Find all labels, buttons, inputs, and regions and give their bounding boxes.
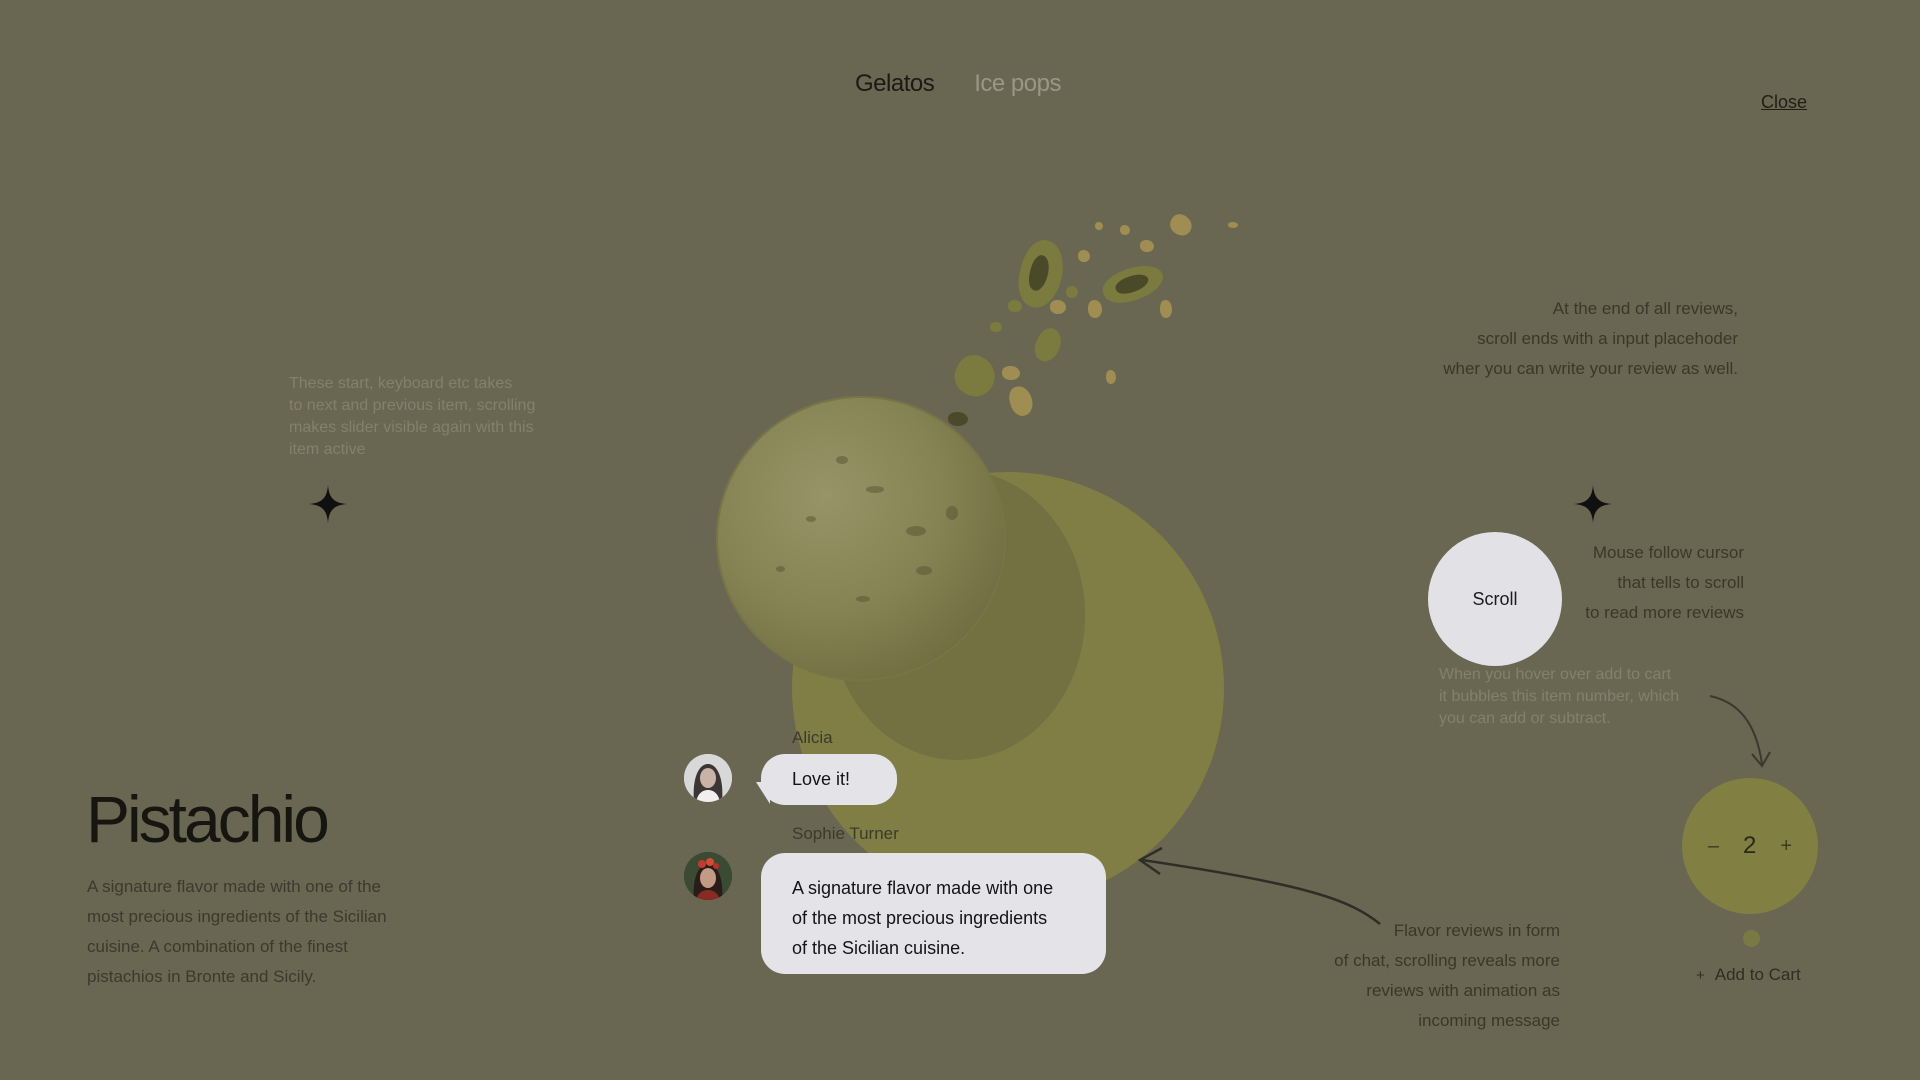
reviewer-name: Sophie Turner bbox=[792, 824, 899, 843]
mouse-note: Mouse follow cursor that tells to scroll… bbox=[1540, 538, 1744, 628]
woman-flowers-avatar-icon bbox=[684, 852, 732, 900]
chat-message-line: of the most precious ingredients bbox=[792, 908, 1048, 928]
slider-note: These start, keyboard etc takes to next … bbox=[289, 373, 535, 461]
reviews-note: Flavor reviews in form of chat, scrollin… bbox=[1280, 916, 1560, 1036]
reviewer-name: Alicia bbox=[792, 728, 833, 747]
chat-message-line: of the Sicilian cuisine. bbox=[792, 938, 966, 958]
product-description: A signature flavor made with one of the … bbox=[87, 872, 427, 992]
tab-gelatos[interactable]: Gelatos bbox=[855, 70, 935, 98]
note-line: These start, keyboard etc takes bbox=[289, 375, 513, 392]
quantity-stepper: – 2 + bbox=[1682, 778, 1818, 914]
product-title: Pistachio bbox=[86, 782, 330, 856]
arrow-icon bbox=[1709, 695, 1771, 768]
sparkle-icon bbox=[1574, 485, 1612, 523]
note-line: that tells to scroll bbox=[1617, 573, 1744, 592]
add-to-cart-button[interactable]: + Add to Cart bbox=[1696, 965, 1801, 985]
note-line: reviews with animation as bbox=[1366, 981, 1560, 1000]
chat-message-line: A signature flavor made with one bbox=[792, 878, 1054, 898]
woman-avatar-icon bbox=[684, 754, 732, 802]
sparkle-icon bbox=[309, 485, 347, 523]
note-line: item active bbox=[289, 441, 366, 458]
note-line: Mouse follow cursor bbox=[1592, 543, 1744, 562]
description-line: most precious ingredients of the Sicilia… bbox=[87, 907, 387, 926]
note-line: At the end of all reviews, bbox=[1552, 299, 1738, 318]
indicator-dot bbox=[1743, 930, 1760, 947]
description-line: pistachios in Bronte and Sicily. bbox=[87, 967, 317, 986]
chat-message: Love it! bbox=[792, 769, 851, 789]
note-line: wher you can write your review as well. bbox=[1443, 359, 1738, 378]
note-line: Flavor reviews in form bbox=[1393, 921, 1560, 940]
scroll-label: Scroll bbox=[1472, 588, 1518, 609]
note-line: you can add or subtract. bbox=[1439, 710, 1611, 727]
note-line: it bubbles this item number, which bbox=[1439, 688, 1680, 705]
close-link[interactable]: Close bbox=[1761, 92, 1807, 113]
chat-bubble: A signature flavor made with one of the … bbox=[761, 853, 1106, 974]
category-tabs: Gelatos Ice pops bbox=[855, 70, 1061, 98]
note-line: to next and previous item, scrolling bbox=[289, 397, 536, 414]
review-end-note: At the end of all reviews, scroll ends w… bbox=[1380, 294, 1738, 384]
note-line: scroll ends with a input placehoder bbox=[1477, 329, 1738, 348]
note-line: makes slider visible again with this bbox=[289, 419, 534, 436]
tab-ice-pops[interactable]: Ice pops bbox=[974, 70, 1061, 98]
chat-bubble: Love it! bbox=[761, 754, 897, 805]
note-line: of chat, scrolling reveals more bbox=[1334, 951, 1560, 970]
cart-hover-note: When you hover over add to cart it bubbl… bbox=[1439, 664, 1679, 730]
note-line: When you hover over add to cart bbox=[1439, 666, 1672, 683]
note-line: to read more reviews bbox=[1585, 603, 1744, 622]
quantity-value: 2 bbox=[1743, 832, 1757, 859]
note-line: incoming message bbox=[1418, 1011, 1560, 1030]
increase-button[interactable]: + bbox=[1780, 835, 1792, 858]
decrease-button[interactable]: – bbox=[1708, 835, 1719, 858]
add-to-cart-label: Add to Cart bbox=[1714, 965, 1801, 984]
plus-icon: + bbox=[1696, 966, 1705, 984]
description-line: A signature flavor made with one of the bbox=[87, 877, 381, 896]
description-line: cuisine. A combination of the finest bbox=[87, 937, 348, 956]
pistachio-scoop-image bbox=[716, 396, 1006, 681]
